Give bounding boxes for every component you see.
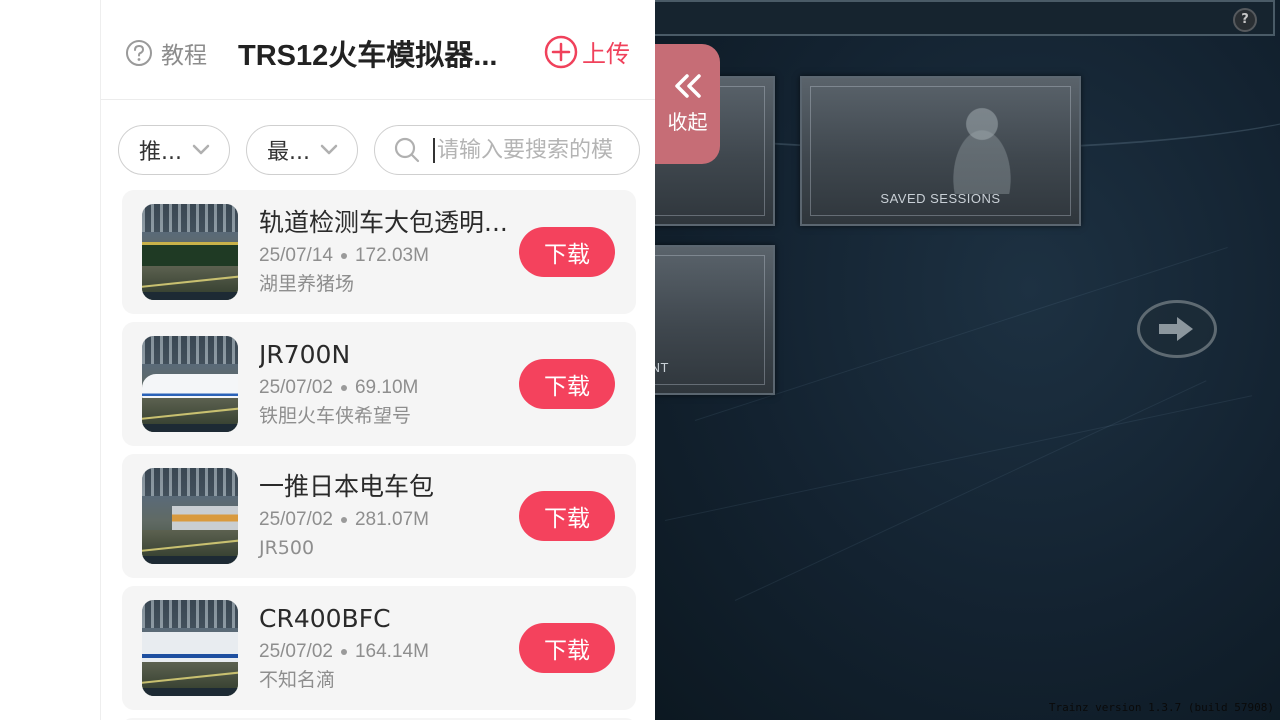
item-name: 一推日本电车包 <box>259 472 435 501</box>
upload-button[interactable]: 上传 <box>544 34 630 69</box>
item-meta: 25/07/02 281.07M <box>259 506 509 534</box>
list-item[interactable]: 一推日本电车包 25/07/02 281.07M JR500 下载 <box>122 454 636 578</box>
page-title: TRS12火车模拟器... <box>238 40 498 72</box>
sort-dropdown-label: 推... <box>139 140 182 165</box>
game-help-button[interactable]: ? <box>1233 8 1257 32</box>
arrow-right-icon <box>1159 317 1193 341</box>
version-text: Trainz version 1.3.7 (build 57908) <box>1048 701 1274 714</box>
search-icon <box>394 137 420 163</box>
item-meta: 25/07/02 69.10M <box>259 374 509 402</box>
menu-tile-left-bottom[interactable]: TENT <box>655 245 775 395</box>
tutorial-label: 教程 <box>161 43 207 69</box>
item-thumbnail <box>142 204 238 300</box>
search-box[interactable] <box>374 125 640 175</box>
saved-sessions-tile[interactable]: SAVED SESSIONS <box>800 76 1081 226</box>
menu-tile-left-top-label: S <box>655 191 773 206</box>
item-date: 25/07/02 <box>259 377 333 398</box>
next-arrow-button[interactable] <box>1137 300 1217 358</box>
item-size: 172.03M <box>354 245 429 266</box>
item-date: 25/07/02 <box>259 641 333 662</box>
item-author: 不知名滴 <box>259 669 336 691</box>
download-button[interactable]: 下载 <box>519 491 615 541</box>
item-name: JR700N <box>259 340 351 369</box>
background-streak <box>664 395 1252 521</box>
collapse-label: 收起 <box>667 109 708 134</box>
upload-label: 上传 <box>582 40 630 68</box>
list-item[interactable]: 轨道检测车大包透明... 25/07/14 172.03M 湖里养猪场 下载 <box>122 190 636 314</box>
menu-tile-left-bottom-label: TENT <box>655 360 669 375</box>
item-meta: 25/07/02 164.14M <box>259 638 509 666</box>
game-background: ? S SAVED SESSIONS TENT Trainz version 1… <box>655 0 1280 720</box>
chevron-down-icon <box>192 144 210 155</box>
item-thumbnail <box>142 468 238 564</box>
sort-dropdown[interactable]: 推... <box>118 125 230 175</box>
search-input[interactable] <box>433 137 623 163</box>
plus-circle-icon <box>544 35 578 68</box>
item-thumbnail <box>142 336 238 432</box>
item-size: 281.07M <box>354 509 429 530</box>
item-meta: 25/07/14 172.03M <box>259 242 509 270</box>
saved-sessions-label: SAVED SESSIONS <box>880 191 1001 206</box>
download-button[interactable]: 下载 <box>519 227 615 277</box>
list-item[interactable]: JR700N 25/07/02 69.10M 铁胆火车侠希望号 下载 <box>122 322 636 446</box>
item-size: 69.10M <box>354 377 419 398</box>
list-item[interactable]: CR400BFC 25/07/02 164.14M 不知名滴 下载 <box>122 586 636 710</box>
saved-sessions-figure <box>932 94 1032 194</box>
download-button[interactable]: 下载 <box>519 623 615 673</box>
item-thumbnail <box>142 600 238 696</box>
mod-panel: 教程 TRS12火车模拟器... 上传 推... 最... 请输入要搜索的模 轨… <box>101 0 655 720</box>
item-author: 铁胆火车侠希望号 <box>259 405 412 427</box>
item-size: 164.14M <box>354 641 429 662</box>
tutorial-button[interactable]: 教程 <box>125 36 207 70</box>
item-date: 25/07/02 <box>259 509 333 530</box>
time-dropdown[interactable]: 最... <box>246 125 358 175</box>
item-name: 轨道检测车大包透明... <box>259 208 508 237</box>
left-margin <box>0 0 101 720</box>
download-button[interactable]: 下载 <box>519 359 615 409</box>
double-chevron-left-icon <box>674 73 701 98</box>
question-circle-icon <box>126 40 152 66</box>
item-author: 湖里养猪场 <box>259 273 355 295</box>
item-author: JR500 <box>259 537 315 559</box>
chevron-down-icon <box>320 144 338 155</box>
time-dropdown-label: 最... <box>267 140 310 165</box>
panel-header: 教程 TRS12火车模拟器... 上传 <box>101 0 655 100</box>
item-date: 25/07/14 <box>259 245 333 266</box>
item-name: CR400BFC <box>259 604 391 633</box>
collapse-button[interactable]: 收起 <box>655 44 720 164</box>
